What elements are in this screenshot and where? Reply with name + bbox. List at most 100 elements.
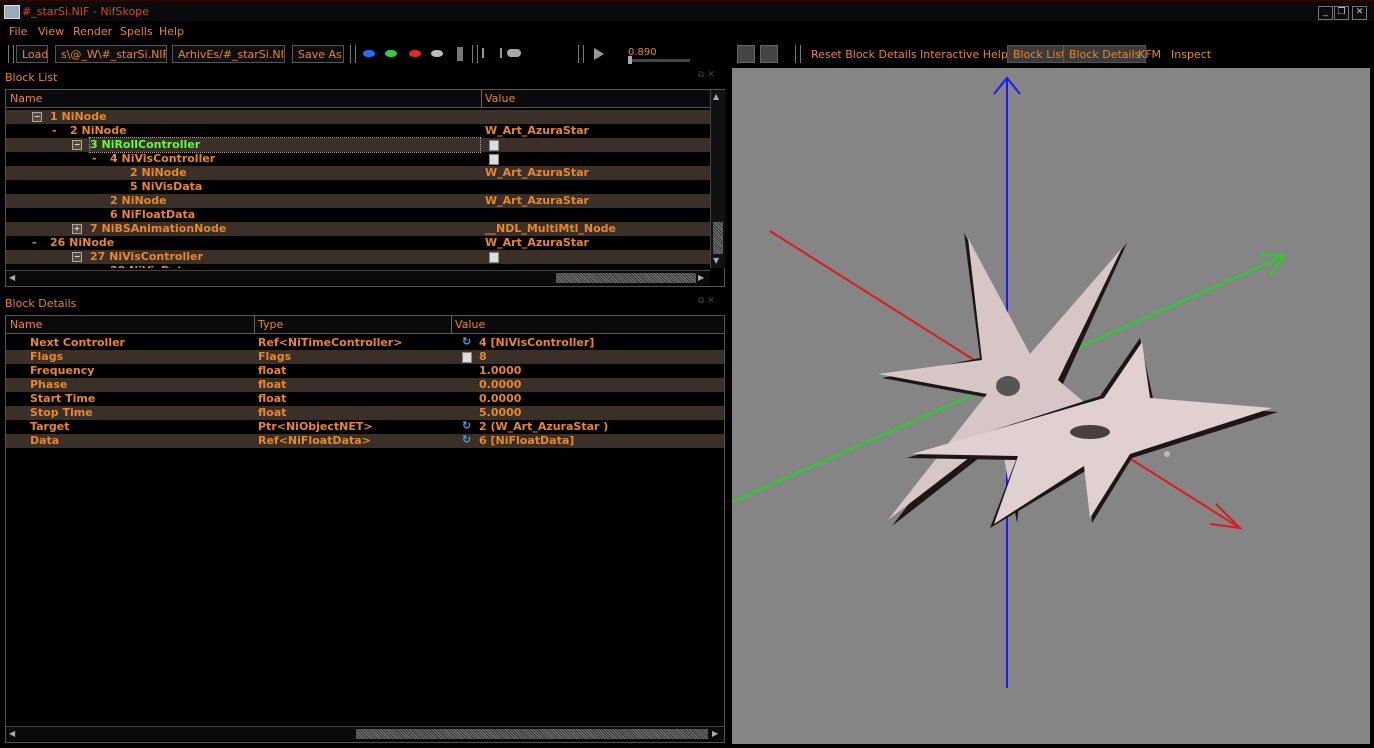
load-path-field[interactable]: s\@_W\#_starSi.NIF [55, 45, 167, 63]
collapse-icon[interactable]: − [72, 252, 82, 262]
detail-type: Ref<NiTimeController> [258, 336, 403, 349]
reset-block-details-button[interactable]: Reset Block Details [805, 45, 923, 63]
restore-button[interactable]: ❐ [1334, 6, 1349, 20]
table-row[interactable]: Next Controller Ref<NiTimeController> 4 [N… [6, 336, 724, 350]
toolbar-grip[interactable] [795, 45, 801, 63]
menu-render[interactable]: Render [73, 25, 112, 38]
menu-file[interactable]: File [9, 25, 27, 38]
table-row[interactable]: Stop Time float 5.0000 [6, 406, 724, 420]
table-row[interactable]: Start Time float 0.0000 [6, 392, 724, 406]
menu-view[interactable]: View [38, 25, 64, 38]
column-header-value[interactable]: Value [455, 318, 485, 331]
detail-name: Frequency [30, 364, 95, 377]
collapse-icon[interactable]: − [32, 112, 42, 122]
menu-spells[interactable]: Spells [120, 25, 153, 38]
scroll-right-icon[interactable]: ▶ [712, 729, 718, 738]
kfm-button[interactable]: KFM [1132, 45, 1167, 63]
detail-value[interactable]: 2 (W_Art_AzuraStar ) [479, 420, 608, 434]
block-details-hscrollbar[interactable]: ◀ ▶ [6, 726, 724, 741]
scroll-thumb[interactable] [356, 729, 708, 739]
detail-value[interactable]: 1.0000 [479, 364, 521, 378]
tree-row-name: 5 NiVisData [130, 180, 203, 193]
tree-row[interactable]: 6 NiFloatData [6, 208, 710, 222]
perspective-icon[interactable] [507, 49, 521, 57]
tree-row[interactable]: 5 NiVisData [6, 180, 710, 194]
scroll-thumb[interactable] [556, 273, 696, 283]
scroll-right-icon[interactable]: ▶ [698, 273, 704, 282]
view-side-icon[interactable] [385, 50, 397, 57]
detail-name: Data [30, 434, 60, 447]
block-details-table[interactable]: Next Controller Ref<NiTimeController> 4 [N… [6, 336, 724, 456]
interactive-help-button[interactable]: Interactive Help [914, 45, 1014, 63]
animation-slider[interactable] [628, 56, 690, 64]
animation-slider-handle[interactable] [628, 56, 632, 64]
block-list-hscrollbar[interactable]: ◀ ▶ [6, 270, 710, 285]
column-header-value[interactable]: Value [485, 92, 515, 105]
detail-value[interactable]: 5.0000 [479, 406, 521, 420]
walk-mode-icon[interactable] [457, 47, 463, 61]
toolbar-grip[interactable] [8, 45, 14, 63]
expand-icon[interactable]: + [72, 224, 82, 234]
dock-float-icon[interactable]: ⧉ ✕ [698, 70, 722, 80]
column-header-name[interactable]: Name [10, 92, 42, 105]
close-button[interactable]: ✕ [1352, 6, 1367, 20]
tree-row[interactable]: −3 NiRollController [6, 137, 710, 153]
scroll-left-icon[interactable]: ◀ [9, 729, 15, 738]
reference-link-icon[interactable]: ↻ [462, 420, 471, 431]
dock-float-icon[interactable]: ⧉ ✕ [698, 296, 722, 306]
tree-row-name: 6 NiFloatData [110, 208, 196, 221]
table-row[interactable]: Flags Flags 8 [6, 350, 724, 364]
loop-anim-icon[interactable] [760, 45, 778, 63]
reference-link-icon[interactable]: ↻ [462, 336, 471, 347]
tree-row[interactable]: -4 NiVisController [6, 152, 710, 166]
reference-link-icon[interactable]: ↻ [462, 434, 471, 445]
tree-row[interactable]: -26 NiNode W_Art_AzuraStar [6, 236, 710, 250]
toolbar-grip[interactable] [578, 45, 584, 63]
block-list-toggle[interactable]: Block List [1007, 45, 1072, 63]
play-icon[interactable] [594, 48, 604, 60]
detail-value[interactable]: 8 [479, 350, 487, 364]
detail-value[interactable]: 6 [NiFloatData] [479, 434, 574, 448]
orthographic-icon[interactable] [482, 48, 502, 58]
detail-value[interactable]: 0.0000 [479, 378, 521, 392]
view-front-icon[interactable] [363, 50, 375, 57]
toolbar-grip[interactable] [350, 45, 356, 63]
view-user-icon[interactable] [431, 50, 443, 57]
minimize-button[interactable]: _ [1318, 6, 1333, 20]
table-row[interactable]: Data Ref<NiFloatData> 6 [NiFloatData] ↻ [6, 434, 724, 448]
view-top-icon[interactable] [409, 50, 421, 57]
flags-icon[interactable] [462, 352, 472, 363]
menu-help[interactable]: Help [159, 25, 184, 38]
collapse-icon[interactable]: − [72, 140, 82, 150]
scroll-left-icon[interactable]: ◀ [9, 273, 15, 282]
block-list-tree[interactable]: −1 NiNode -2 NiNode W_Art_AzuraStar −3 NiRo… [6, 110, 710, 268]
render-viewport[interactable] [731, 68, 1370, 744]
tree-row[interactable]: 2 NiNode W_Art_AzuraStar [6, 166, 710, 180]
tree-row[interactable]: +7 NiBSAnimationNode __NDL_MultiMtl_Node [6, 222, 710, 236]
load-button[interactable]: Load [16, 45, 48, 63]
tree-row[interactable]: -2 NiNode W_Art_AzuraStar [6, 124, 710, 138]
scroll-down-icon[interactable]: ▼ [713, 256, 719, 265]
scroll-up-icon[interactable]: ▲ [713, 92, 719, 101]
detail-value[interactable]: 4 [NiVisController] [479, 336, 594, 350]
toolbar-grip[interactable] [472, 45, 478, 63]
table-row[interactable]: Target Ptr<NiObjectNET> 2 (W_Art_AzuraStar… [6, 420, 724, 434]
column-header-type[interactable]: Type [258, 318, 283, 331]
tree-row[interactable]: −27 NiVisController [6, 250, 710, 264]
block-list-header: Name Value [6, 90, 710, 108]
inspect-button[interactable]: Inspect [1165, 45, 1217, 63]
save-path-field[interactable]: ArhivEs/#_starSi.NIF [172, 45, 285, 63]
prev-anim-icon[interactable] [737, 45, 755, 63]
block-list-vscrollbar[interactable]: ▲ ▼ [710, 90, 725, 268]
detail-value[interactable]: 0.0000 [479, 392, 521, 406]
app-icon [4, 5, 20, 19]
table-row[interactable]: Frequency float 1.0000 [6, 364, 724, 378]
toolbar: Load s\@_W\#_starSi.NIF ArhivEs/#_starSi… [0, 42, 1374, 66]
column-header-name[interactable]: Name [10, 318, 42, 331]
table-row[interactable]: Phase float 0.0000 [6, 378, 724, 392]
tree-row[interactable]: 2 NiNode W_Art_AzuraStar [6, 194, 710, 208]
tree-row[interactable]: 28 NiVisData [6, 264, 710, 268]
tree-row[interactable]: −1 NiNode [6, 110, 710, 124]
save-as-button[interactable]: Save As [292, 45, 344, 63]
scroll-thumb[interactable] [713, 222, 723, 254]
